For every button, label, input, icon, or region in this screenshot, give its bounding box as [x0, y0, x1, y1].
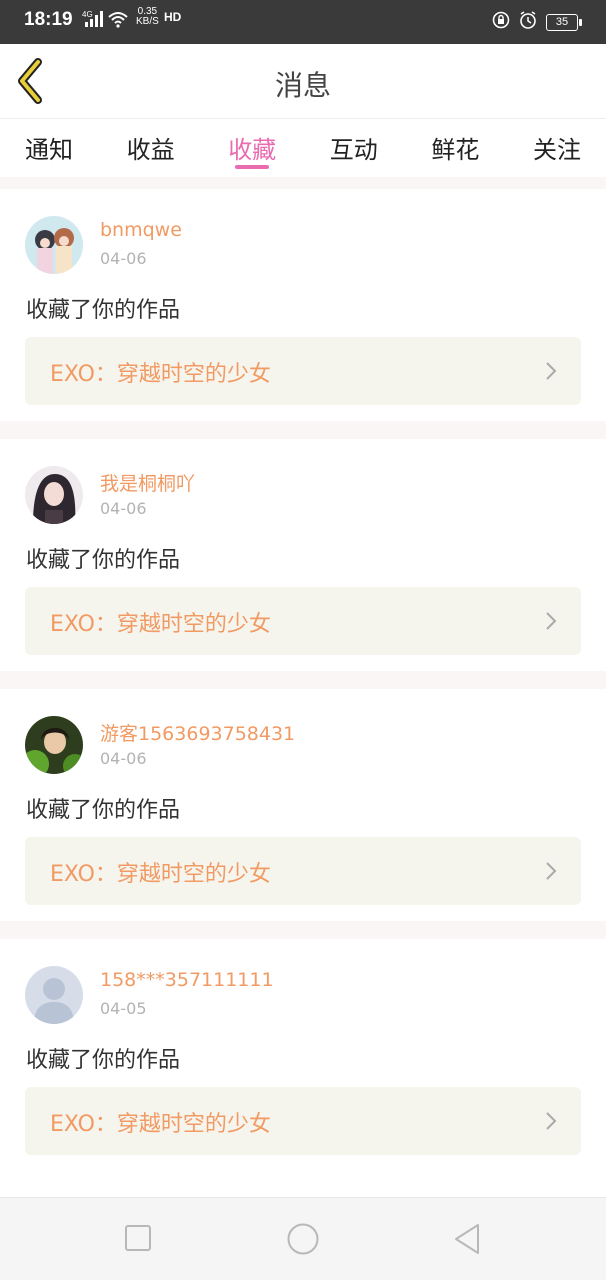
tab-bar: 通知 收益 收藏 互动 鲜花 关注 [0, 119, 606, 177]
network-speed: 0.35 KB/S [136, 7, 159, 27]
work-title: EXO：穿越时空的少女 [50, 862, 271, 887]
work-title: EXO：穿越时空的少女 [50, 362, 271, 387]
chevron-right-icon [546, 1112, 557, 1130]
chevron-right-icon [546, 612, 557, 630]
circle-icon [287, 1223, 319, 1255]
header: 消息 [0, 44, 606, 119]
tab-earnings[interactable]: 收益 [127, 119, 175, 177]
list-item: bnmqwe 04-06 收藏了你的作品 EXO：穿越时空的少女 [0, 189, 606, 421]
work-title: EXO：穿越时空的少女 [50, 612, 271, 637]
chevron-right-icon [546, 862, 557, 880]
recent-apps-button[interactable] [124, 1222, 152, 1258]
tab-following[interactable]: 关注 [533, 119, 581, 177]
square-icon [125, 1225, 151, 1251]
list-item: 我是桐桐吖 04-06 收藏了你的作品 EXO：穿越时空的少女 [0, 439, 606, 671]
network-type-label: 4G [82, 10, 93, 19]
username[interactable]: 我是桐桐吖 [100, 469, 195, 496]
battery-icon: 35 [546, 13, 582, 31]
work-link[interactable]: EXO：穿越时空的少女 [25, 587, 581, 655]
message-action: 收藏了你的作品 [26, 1048, 181, 1073]
speed-unit: KB/S [136, 16, 159, 27]
work-link[interactable]: EXO：穿越时空的少女 [25, 837, 581, 905]
tab-favorites[interactable]: 收藏 [228, 119, 276, 177]
tab-interactions[interactable]: 互动 [330, 119, 378, 177]
tab-notifications[interactable]: 通知 [25, 119, 73, 177]
avatar[interactable] [25, 216, 83, 274]
username[interactable]: 游客1563693758431 [100, 719, 295, 746]
avatar[interactable] [25, 466, 83, 524]
chevron-right-icon [546, 362, 557, 380]
message-date: 04-06 [100, 499, 147, 518]
status-time: 18:19 [24, 9, 73, 30]
status-bar: 18:19 4G 0.35 KB/S HD 35 [0, 0, 606, 44]
message-action: 收藏了你的作品 [26, 548, 181, 573]
message-date: 04-06 [100, 749, 147, 768]
message-list: bnmqwe 04-06 收藏了你的作品 EXO：穿越时空的少女 我是桐桐吖 0… [0, 177, 606, 1171]
username[interactable]: 158***357111111 [100, 969, 274, 991]
system-back-button[interactable] [452, 1222, 482, 1260]
work-link[interactable]: EXO：穿越时空的少女 [25, 337, 581, 405]
alarm-icon [518, 10, 538, 34]
message-date: 04-05 [100, 999, 147, 1018]
list-item: 158***357111111 04-05 收藏了你的作品 EXO：穿越时空的少… [0, 939, 606, 1171]
signal-icon: 4G [82, 9, 132, 33]
page-title: 消息 [274, 69, 331, 102]
work-title: EXO：穿越时空的少女 [50, 1112, 271, 1137]
hd-badge: HD [164, 10, 182, 24]
message-action: 收藏了你的作品 [26, 298, 181, 323]
lock-rotation-icon [492, 11, 510, 33]
system-nav-bar [0, 1197, 606, 1280]
list-item: 游客1563693758431 04-06 收藏了你的作品 EXO：穿越时空的少… [0, 689, 606, 921]
work-link[interactable]: EXO：穿越时空的少女 [25, 1087, 581, 1155]
avatar[interactable] [25, 716, 83, 774]
triangle-back-icon [455, 1224, 479, 1254]
tab-flowers[interactable]: 鲜花 [431, 119, 479, 177]
message-date: 04-06 [100, 249, 147, 268]
home-button[interactable] [286, 1222, 320, 1260]
username[interactable]: bnmqwe [100, 219, 182, 241]
message-action: 收藏了你的作品 [26, 798, 181, 823]
avatar[interactable] [25, 966, 83, 1024]
status-right: 35 [492, 10, 582, 34]
